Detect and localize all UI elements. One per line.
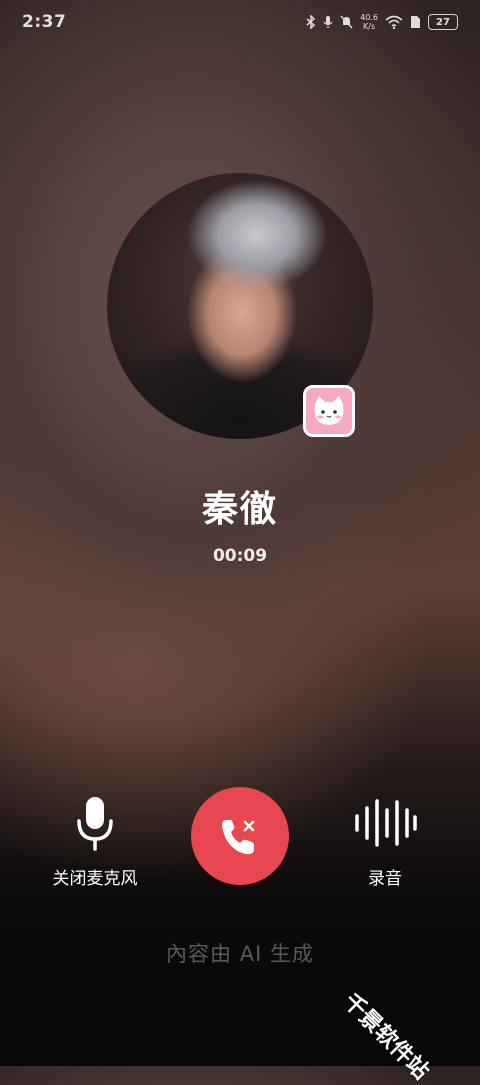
app-badge-icon — [303, 385, 355, 437]
audio-waveform-icon — [355, 799, 417, 847]
microphone-icon — [77, 797, 113, 851]
record-button[interactable]: 录音 — [320, 790, 450, 889]
mute-bell-icon — [340, 15, 353, 29]
status-time: 2:37 — [22, 12, 67, 32]
mute-mic-label: 关闭麦克风 — [52, 869, 138, 889]
sim-icon — [411, 16, 420, 28]
watermark: 千景软件站 — [338, 989, 434, 1085]
cat-face-icon — [314, 396, 344, 425]
status-icons: 40.6 K/s 27 — [306, 13, 458, 31]
hangup-button[interactable] — [191, 787, 289, 885]
net-speed: 40.6 K/s — [360, 13, 378, 31]
contact-avatar-wrap — [107, 173, 373, 439]
ai-generated-notice: 內容由 AI 生成 — [166, 942, 314, 966]
phone-hangup-icon — [222, 819, 255, 855]
wifi-icon — [385, 15, 403, 29]
mute-mic-button[interactable]: 关闭麦克风 — [30, 790, 160, 889]
mic-icon — [323, 16, 333, 28]
status-bar: 2:37 40.6 K/s 27 — [0, 0, 480, 44]
contact-name: 秦徹 — [201, 489, 278, 530]
battery-icon: 27 — [428, 14, 458, 30]
call-timer: 00:09 — [212, 546, 268, 566]
record-label: 录音 — [368, 869, 402, 889]
bluetooth-icon — [306, 15, 316, 29]
